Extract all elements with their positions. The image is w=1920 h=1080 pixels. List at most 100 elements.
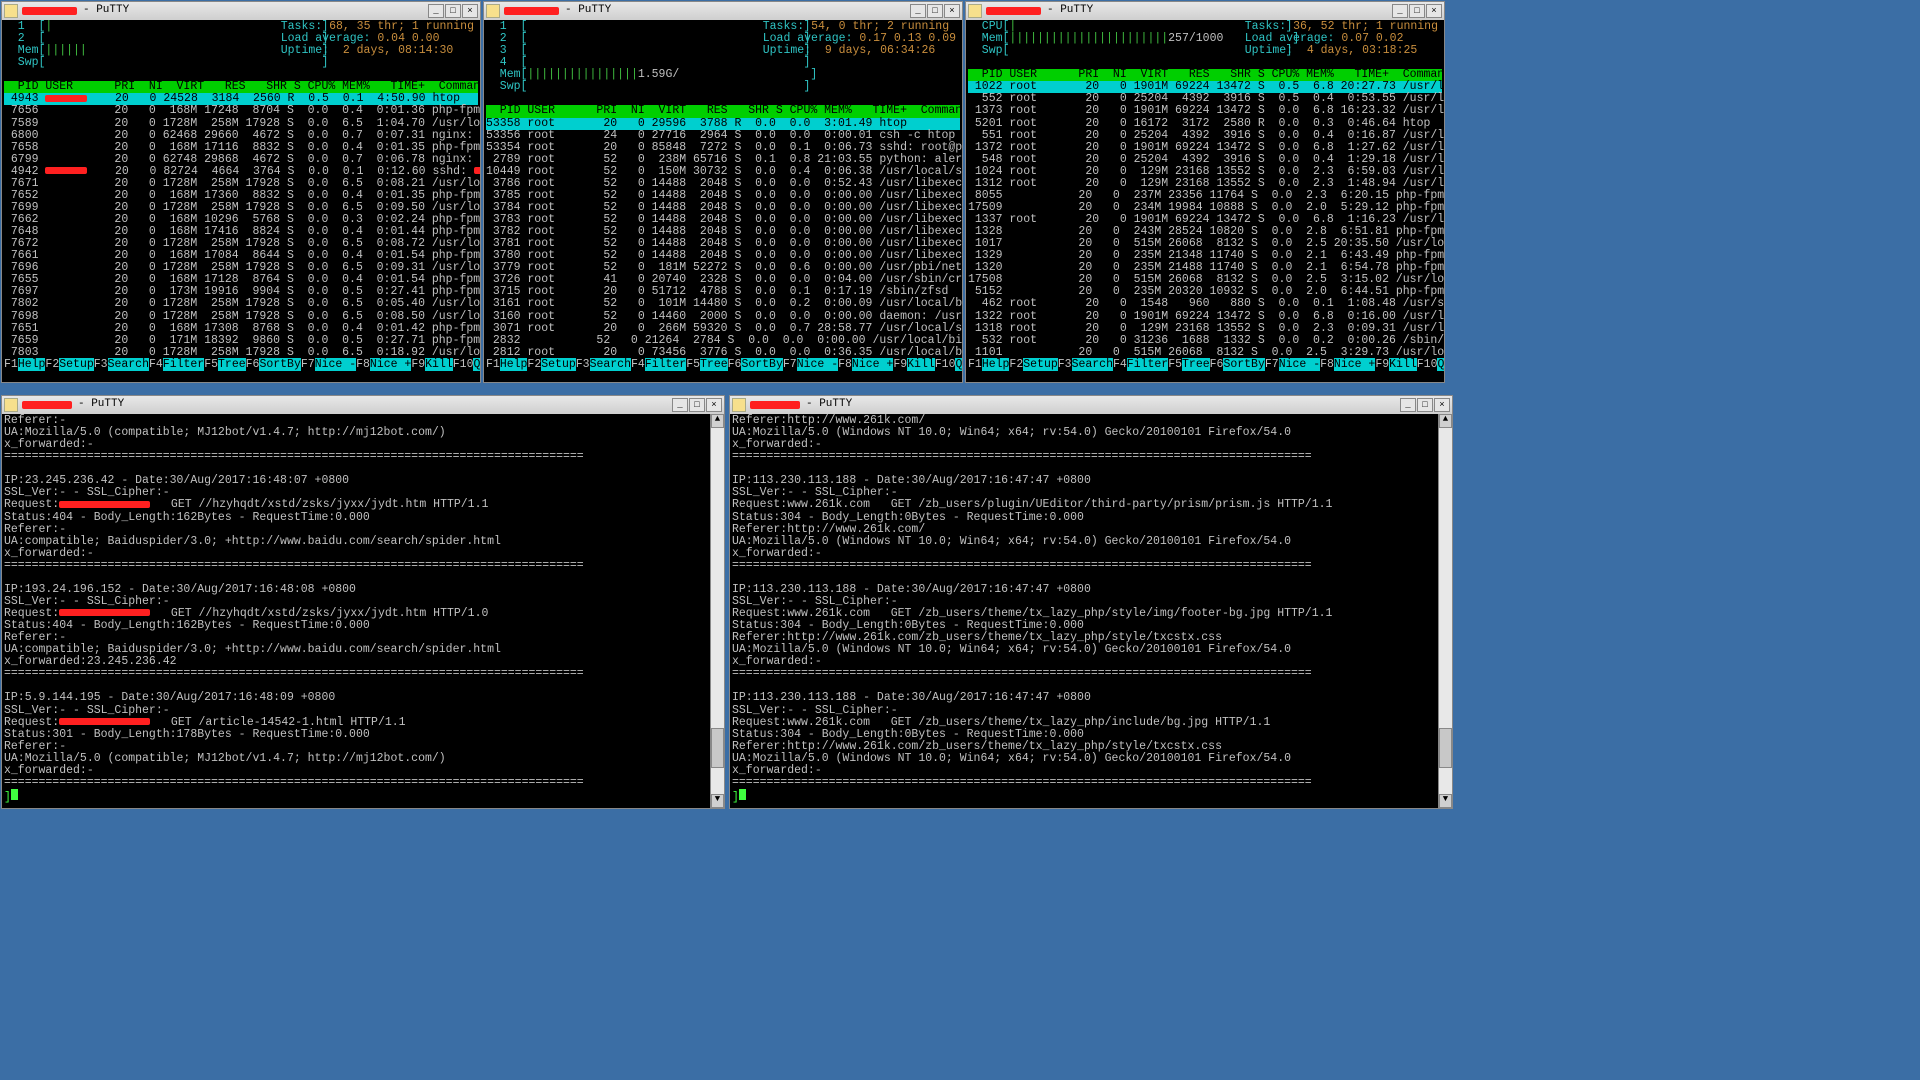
fn-label[interactable]: Tree [700,358,728,371]
process-row[interactable]: 6799 20 0 62748 29868 4672 S 0.0 0.7 0:0… [4,154,478,166]
fn-label[interactable]: Kill [425,358,453,371]
htop-function-bar[interactable]: F1HelpF2SetupF3SearchF4FilterF5TreeF6Sor… [486,359,960,371]
scroll-thumb[interactable] [711,728,724,768]
fn-label[interactable]: Qu [473,358,480,371]
fn-label[interactable]: Filter [1127,358,1168,371]
process-row[interactable]: 7698 20 0 1728M 258M 17928 S 0.0 6.5 0:0… [4,311,478,323]
fn-label[interactable]: Nice + [852,358,893,371]
window-titlebar[interactable]: - PuTTY _ □ × [484,2,962,20]
fn-label[interactable]: SortBy [259,358,300,371]
process-row[interactable]: 1373 root 20 0 1901M 69224 13472 S 0.0 6… [968,105,1442,117]
scroll-up-button[interactable]: ▲ [1439,414,1452,428]
process-row[interactable]: 1024 root 20 0 129M 23168 13552 S 0.0 2.… [968,166,1442,178]
process-row[interactable]: 7589 20 0 1728M 258M 17928 S 0.0 6.5 1:0… [4,118,478,130]
fn-label[interactable]: Tree [1182,358,1210,371]
process-row[interactable]: 7656 20 0 168M 17248 8704 S 0.0 0.4 0:01… [4,105,478,117]
process-row[interactable]: 2812 root 20 0 73456 3776 S 0.0 0.0 0:36… [486,347,960,359]
prompt-line[interactable]: ] [732,789,1438,804]
minimize-button[interactable]: _ [910,4,926,18]
fn-label[interactable]: Help [18,358,46,371]
maximize-button[interactable]: □ [1417,398,1433,412]
process-row[interactable]: 462 root 20 0 1548 960 880 S 0.0 0.1 1:0… [968,298,1442,310]
fn-label[interactable]: Kill [907,358,935,371]
fn-label[interactable]: Nice - [797,358,838,371]
maximize-button[interactable]: □ [445,4,461,18]
process-row[interactable]: 7802 20 0 1728M 258M 17928 S 0.0 6.5 0:0… [4,298,478,310]
fn-label[interactable]: Tree [218,358,246,371]
process-row[interactable]: 7659 20 0 171M 18392 9860 S 0.0 0.5 0:27… [4,335,478,347]
maximize-button[interactable]: □ [1409,4,1425,18]
process-row[interactable]: 1101 20 0 515M 26068 8132 S 0.0 2.5 3:29… [968,347,1442,359]
fn-label[interactable]: Setup [1023,358,1058,371]
fn-label[interactable]: Setup [541,358,576,371]
fn-label[interactable]: SortBy [741,358,782,371]
process-row[interactable]: 3161 root 52 0 101M 14480 S 0.0 0.2 0:00… [486,298,960,310]
fn-label[interactable]: Help [500,358,528,371]
terminal-body[interactable]: CPU[| ] Mem[|||||||||||||||||||||||257/1… [966,20,1444,382]
scroll-down-button[interactable]: ▼ [1439,794,1452,808]
htop-function-bar[interactable]: F1HelpF2SetupF3SearchF4FilterF5TreeF6Sor… [968,359,1442,371]
terminal-body[interactable]: 1 [ ] 2 [ ] 3 [ ] 4 [ ] Mem[|||||||| [484,20,962,382]
close-button[interactable]: × [1434,398,1450,412]
process-row[interactable]: 7651 20 0 168M 17308 8768 S 0.0 0.4 0:01… [4,323,478,335]
process-row[interactable]: 10449 root 52 0 150M 30732 S 0.0 0.4 0:0… [486,166,960,178]
process-header[interactable]: PID USER PRI NI VIRT RES SHR S CPU% MEM%… [486,105,960,117]
scroll-up-button[interactable]: ▲ [711,414,724,428]
fn-label[interactable]: Help [982,358,1010,371]
fn-label[interactable]: Nice + [1334,358,1375,371]
process-row[interactable]: 7803 20 0 1728M 258M 17928 S 0.0 6.5 0:1… [4,347,478,359]
terminal-body[interactable]: Referer:-UA:Mozilla/5.0 (compatible; MJ1… [2,414,724,808]
window-titlebar[interactable]: - PuTTY _ □ × [2,396,724,414]
close-button[interactable]: × [1426,4,1442,18]
process-row[interactable]: 6800 20 0 62468 29660 4672 S 0.0 0.7 0:0… [4,130,478,142]
htop-function-bar[interactable]: F1HelpF2SetupF3SearchF4FilterF5TreeF6Sor… [4,359,478,371]
fn-label[interactable]: Nice - [315,358,356,371]
scroll-down-button[interactable]: ▼ [711,794,724,808]
process-row[interactable]: 4942 20 0 82724 4664 3764 S 0.0 0.1 0:12… [4,166,478,178]
fn-label[interactable]: Search [108,358,149,371]
process-row[interactable]: 7658 20 0 168M 17116 8832 S 0.0 0.4 0:01… [4,142,478,154]
fn-label[interactable]: Filter [163,358,204,371]
fn-label[interactable]: Search [1072,358,1113,371]
process-row[interactable]: 548 root 20 0 25204 4392 3916 S 0.0 0.4 … [968,154,1442,166]
minimize-button[interactable]: _ [672,398,688,412]
process-row[interactable]: 3160 root 52 0 14460 2000 S 0.0 0.0 0:00… [486,311,960,323]
terminal-body[interactable]: 1 [| ] 2 [ ] Mem[|||||| ] Swp[ ]Tasks: 6… [2,20,480,382]
scrollbar[interactable]: ▲ ▼ [1438,414,1452,808]
scroll-thumb[interactable] [1439,728,1452,768]
fn-label[interactable]: Filter [645,358,686,371]
close-button[interactable]: × [706,398,722,412]
process-row[interactable]: 5201 root 20 0 16172 3172 2580 R 0.0 0.3… [968,118,1442,130]
process-row[interactable]: 1372 root 20 0 1901M 69224 13472 S 0.0 6… [968,142,1442,154]
process-row[interactable]: 532 root 20 0 31236 1688 1332 S 0.0 0.2 … [968,335,1442,347]
close-button[interactable]: × [462,4,478,18]
scrollbar[interactable]: ▲ ▼ [710,414,724,808]
process-row[interactable]: 53354 root 20 0 85848 7272 S 0.0 0.1 0:0… [486,142,960,154]
process-row[interactable]: 3071 root 20 0 266M 59320 S 0.0 0.7 28:5… [486,323,960,335]
terminal-body[interactable]: Referer:http://www.261k.com/UA:Mozilla/5… [730,414,1452,808]
close-button[interactable]: × [944,4,960,18]
minimize-button[interactable]: _ [1400,398,1416,412]
maximize-button[interactable]: □ [927,4,943,18]
fn-label[interactable]: Setup [59,358,94,371]
prompt-line[interactable]: ] [4,789,710,804]
process-row[interactable]: 2832 52 0 21264 2784 S 0.0 0.0 0:00.00 /… [486,335,960,347]
minimize-button[interactable]: _ [1392,4,1408,18]
process-row-selected[interactable]: 53358 root 20 0 29596 3788 R 0.0 0.0 3:0… [486,118,960,130]
process-row[interactable]: 1322 root 20 0 1901M 69224 13472 S 0.0 6… [968,311,1442,323]
fn-label[interactable]: Nice + [370,358,411,371]
minimize-button[interactable]: _ [428,4,444,18]
process-row[interactable]: 551 root 20 0 25204 4392 3916 S 0.0 0.4 … [968,130,1442,142]
fn-label[interactable]: Search [590,358,631,371]
fn-label[interactable]: Kill [1389,358,1417,371]
window-titlebar[interactable]: - PuTTY _ □ × [2,2,480,20]
process-row[interactable]: 53356 root 24 0 27716 2964 S 0.0 0.0 0:0… [486,130,960,142]
fn-label[interactable]: Qu [1437,358,1444,371]
fn-label[interactable]: Nice - [1279,358,1320,371]
process-row[interactable]: 1318 root 20 0 129M 23168 13552 S 0.0 2.… [968,323,1442,335]
maximize-button[interactable]: □ [689,398,705,412]
window-titlebar[interactable]: - PuTTY _ □ × [966,2,1444,20]
fn-label[interactable]: SortBy [1223,358,1264,371]
process-row[interactable]: 2789 root 52 0 238M 65716 S 0.1 0.8 21:0… [486,154,960,166]
fn-label[interactable]: Qu [955,358,962,371]
